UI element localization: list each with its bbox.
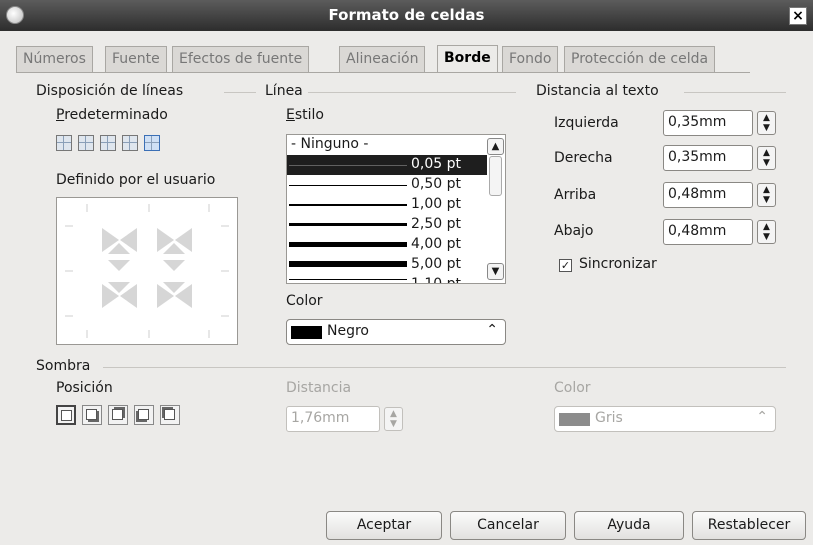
scroll-thumb[interactable]: [489, 156, 502, 196]
tab-numeros[interactable]: Números: [16, 46, 93, 72]
line-style-label: 0,50 pt: [411, 176, 461, 192]
arriba-spin-icon[interactable]: ▲ ▼: [757, 183, 776, 207]
shadow-top-right-icon: [112, 409, 123, 420]
arriba-value: 0,48mm: [668, 186, 727, 202]
estilo-label: Estilo: [286, 107, 324, 123]
tab-fondo[interactable]: Fondo: [502, 46, 559, 72]
divider: [684, 92, 786, 93]
izquierda-label: Izquierda: [554, 115, 619, 131]
scroll-up-icon[interactable]: ▲: [487, 138, 504, 155]
arriba-field[interactable]: 0,48mm: [663, 182, 753, 208]
line-style-label: 2,50 pt: [411, 216, 461, 232]
abajo-value: 0,48mm: [668, 223, 727, 239]
estilo-text: Estilo: [286, 107, 324, 123]
abajo-field[interactable]: 0,48mm: [663, 219, 753, 245]
shadow-top-left-icon: [164, 409, 175, 420]
shadow-color-value: Gris: [595, 410, 623, 426]
divider: [103, 367, 786, 368]
line-style-500[interactable]: 5,00 pt: [287, 255, 487, 275]
derecha-field[interactable]: 0,35mm: [663, 145, 753, 171]
preset-outer-button[interactable]: [78, 135, 94, 151]
close-button[interactable]: ×: [789, 7, 807, 25]
line-style-110[interactable]: 1,10 pt: [287, 275, 487, 284]
tab-divider: [16, 72, 750, 73]
derecha-label: Derecha: [554, 150, 613, 166]
section-distancia: Distancia al texto: [536, 83, 659, 99]
cancelar-button[interactable]: Cancelar: [450, 511, 566, 540]
chevron-updown-icon: ⌃: [756, 409, 768, 425]
preset-outer-inner-button[interactable]: [144, 135, 160, 151]
section-sombra: Sombra: [36, 358, 91, 374]
ayuda-button[interactable]: Ayuda: [574, 511, 684, 540]
shadow-color-label: Color: [554, 380, 591, 396]
shadow-color-select[interactable]: Gris ⌃: [554, 406, 776, 432]
line-style-label: 0,05 pt: [411, 156, 461, 172]
shadow-none-icon: [61, 410, 72, 421]
definido-label: Definido por el usuario: [56, 172, 216, 188]
preset-none-button[interactable]: [56, 135, 72, 151]
abajo-spin-icon[interactable]: ▲ ▼: [757, 220, 776, 244]
shadow-top-right-button[interactable]: [108, 405, 128, 425]
user-defined-border-preview[interactable]: [56, 197, 238, 345]
shadow-none-button[interactable]: [56, 405, 76, 425]
line-style-label: 5,00 pt: [411, 256, 461, 272]
line-style-400[interactable]: 4,00 pt: [287, 235, 487, 255]
shadow-distance-field[interactable]: 1,76mm: [286, 406, 380, 432]
shadow-bottom-right-button[interactable]: [82, 405, 102, 425]
line-style-250[interactable]: 2,50 pt: [287, 215, 487, 235]
line-color-select[interactable]: Negro ⌃: [286, 319, 506, 345]
line-style-none[interactable]: - Ninguno -: [287, 135, 487, 155]
shadow-color-swatch: [559, 413, 590, 426]
sincronizar-checkbox[interactable]: ✓: [559, 259, 572, 272]
scroll-down-icon[interactable]: ▼: [487, 263, 504, 280]
preset-outer-all-button[interactable]: [122, 135, 138, 151]
border-preview-graphic: [65, 204, 229, 338]
line-style-label: 1,10 pt: [411, 276, 461, 284]
restablecer-button[interactable]: Restablecer: [692, 511, 806, 540]
line-style-005[interactable]: 0,05 pt: [287, 155, 487, 175]
predeterminado-text: redeterminado: [64, 107, 168, 123]
line-style-050[interactable]: 0,50 pt: [287, 175, 487, 195]
sincronizar-label[interactable]: Sincronizar: [579, 256, 657, 272]
abajo-label: Abajo: [554, 223, 594, 239]
shadow-bottom-right-icon: [86, 409, 97, 420]
arriba-label: Arriba: [554, 187, 597, 203]
color-label: Color: [286, 293, 323, 309]
divider: [224, 92, 256, 93]
list-scrollbar[interactable]: ▲ ▼: [487, 136, 504, 282]
line-color-swatch: [291, 326, 322, 339]
line-style-label: 4,00 pt: [411, 236, 461, 252]
line-style-label: - Ninguno -: [291, 136, 369, 152]
line-color-value: Negro: [327, 323, 369, 339]
tab-efectos-de-fuente[interactable]: Efectos de fuente: [172, 46, 310, 72]
shadow-top-left-button[interactable]: [160, 405, 180, 425]
section-disposicion: Disposición de líneas: [36, 83, 184, 99]
line-style-list[interactable]: - Ninguno - 0,05 pt 0,50 pt 1,00 pt 2,50…: [286, 134, 506, 284]
aceptar-button[interactable]: Aceptar: [326, 511, 442, 540]
section-linea: Línea: [265, 83, 303, 99]
shadow-distance-spin-icon[interactable]: ▲ ▼: [384, 407, 403, 431]
window-title: Formato de celdas: [328, 6, 485, 24]
derecha-value: 0,35mm: [668, 149, 727, 165]
preset-outer-horizontal-button[interactable]: [100, 135, 116, 151]
izquierda-value: 0,35mm: [668, 114, 727, 130]
predeterminado-label: Predeterminado: [56, 107, 168, 123]
shadow-bottom-left-button[interactable]: [134, 405, 154, 425]
line-style-label: 1,00 pt: [411, 196, 461, 212]
shadow-distance-value: 1,76mm: [291, 410, 350, 426]
tab-fuente[interactable]: Fuente: [105, 46, 167, 72]
tab-borde[interactable]: Borde: [437, 45, 498, 73]
tab-proteccion-de-celda[interactable]: Protección de celda: [564, 46, 716, 72]
divider: [308, 92, 516, 93]
line-style-100[interactable]: 1,00 pt: [287, 195, 487, 215]
posicion-label: Posición: [56, 380, 113, 396]
izquierda-field[interactable]: 0,35mm: [663, 110, 753, 136]
distancia-label: Distancia: [286, 380, 352, 396]
tab-alineacion[interactable]: Alineación: [339, 46, 426, 72]
title-bar: Formato de celdas ×: [0, 0, 813, 31]
izquierda-spin-icon[interactable]: ▲ ▼: [757, 111, 776, 135]
chevron-updown-icon: ⌃: [486, 322, 498, 338]
derecha-spin-icon[interactable]: ▲ ▼: [757, 146, 776, 170]
shadow-bottom-left-icon: [138, 409, 149, 420]
